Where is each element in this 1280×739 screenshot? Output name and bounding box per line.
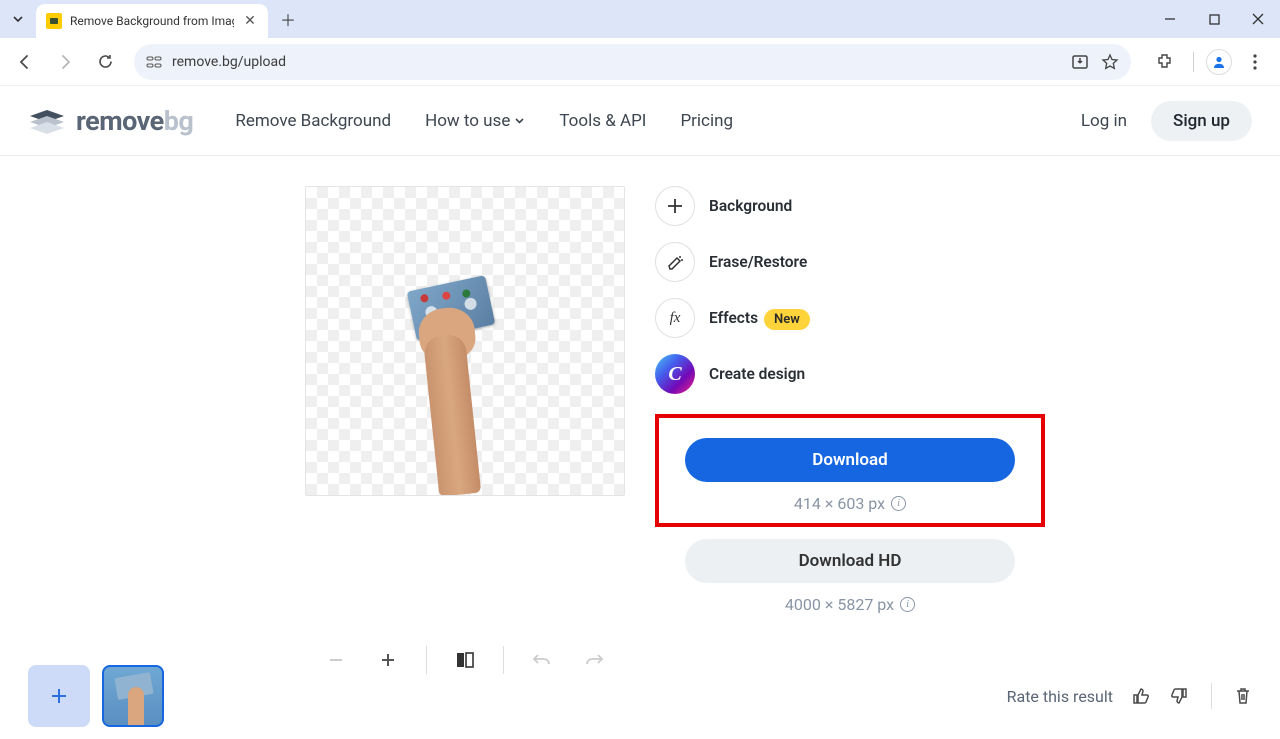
info-icon[interactable]: i <box>891 496 906 511</box>
image-thumbnail[interactable] <box>102 665 164 727</box>
download-hd-dimensions: 4000 × 5827 pxi <box>655 595 1045 614</box>
install-app-icon[interactable] <box>1071 53 1089 71</box>
download-highlight-box: Download 414 × 603 pxi <box>655 414 1045 527</box>
window-close-icon[interactable] <box>1236 0 1280 38</box>
chevron-down-icon <box>514 115 525 126</box>
tool-create-design[interactable]: C Create design <box>655 354 1045 394</box>
browser-menu-icon[interactable] <box>1238 45 1272 79</box>
tool-background[interactable]: Background <box>655 186 1045 226</box>
favicon-icon <box>46 13 62 29</box>
extensions-icon[interactable] <box>1147 45 1181 79</box>
window-minimize-icon[interactable] <box>1148 0 1192 38</box>
logo-mark-icon <box>28 108 66 134</box>
download-dimensions: 414 × 603 pxi <box>673 494 1027 513</box>
logo[interactable]: removebg <box>28 105 193 137</box>
new-tab-button[interactable]: ＋ <box>274 5 302 33</box>
divider <box>1211 683 1212 709</box>
result-subject <box>401 295 501 495</box>
new-badge: New <box>764 309 810 330</box>
plus-icon <box>655 186 695 226</box>
add-image-button[interactable] <box>28 665 90 727</box>
tab-title: Remove Background from Imag <box>70 14 234 28</box>
nav-back-button[interactable] <box>8 45 42 79</box>
download-hd-button[interactable]: Download HD <box>685 539 1015 583</box>
tab-close-icon[interactable]: ✕ <box>242 13 258 29</box>
tool-erase-restore[interactable]: Erase/Restore <box>655 242 1045 282</box>
tabs-dropdown[interactable] <box>0 0 36 38</box>
signup-button[interactable]: Sign up <box>1151 101 1252 141</box>
bookmark-star-icon[interactable] <box>1101 53 1119 71</box>
image-preview <box>305 186 625 496</box>
thumbs-up-icon[interactable] <box>1131 686 1151 706</box>
info-icon[interactable]: i <box>900 597 915 612</box>
logo-text: removebg <box>76 105 193 137</box>
nav-remove-background[interactable]: Remove Background <box>235 111 391 131</box>
login-link[interactable]: Log in <box>1081 111 1127 131</box>
profile-avatar[interactable] <box>1206 49 1232 75</box>
site-settings-icon[interactable] <box>146 55 162 69</box>
thumbs-down-icon[interactable] <box>1169 686 1189 706</box>
delete-icon[interactable] <box>1234 686 1252 706</box>
erase-icon <box>655 242 695 282</box>
tool-effects[interactable]: fx EffectsNew <box>655 298 1045 338</box>
nav-reload-button[interactable] <box>88 45 122 79</box>
url-text: remove.bg/upload <box>172 54 286 70</box>
download-button[interactable]: Download <box>685 438 1015 482</box>
nav-tools-api[interactable]: Tools & API <box>559 111 646 131</box>
nav-pricing[interactable]: Pricing <box>680 111 733 131</box>
divider <box>1193 52 1194 72</box>
fx-icon: fx <box>655 298 695 338</box>
nav-forward-button[interactable] <box>48 45 82 79</box>
address-bar[interactable]: remove.bg/upload <box>134 44 1131 80</box>
window-maximize-icon[interactable] <box>1192 0 1236 38</box>
nav-how-to-use[interactable]: How to use <box>425 111 525 131</box>
canva-icon: C <box>655 354 695 394</box>
browser-tab[interactable]: Remove Background from Imag ✕ <box>36 4 268 38</box>
rate-label: Rate this result <box>1007 687 1113 706</box>
